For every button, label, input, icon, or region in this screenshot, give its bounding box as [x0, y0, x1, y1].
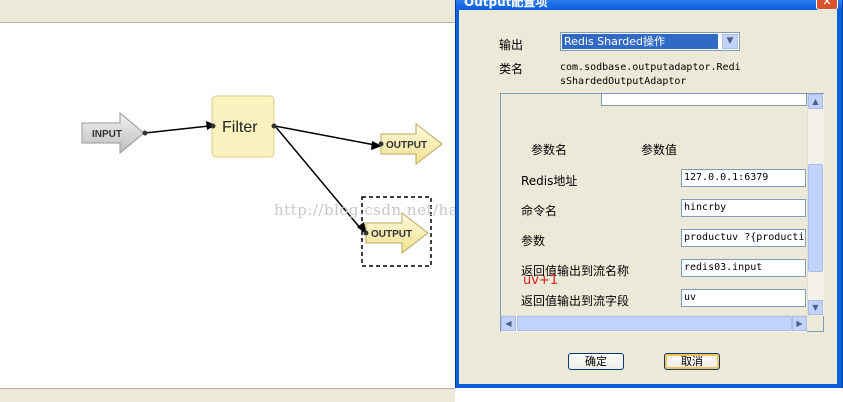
- edge-input-filter[interactable]: [144, 125, 210, 134]
- output-node-1-label: OUTPUT: [386, 140, 427, 151]
- class-value-line1: com.sodbase.outputadaptor.Redi: [560, 62, 741, 73]
- edge-filter-output1[interactable]: [274, 125, 376, 146]
- output-node-2-label: OUTPUT: [371, 229, 412, 240]
- horizontal-scroll-thumb[interactable]: [517, 316, 792, 331]
- param-header-value: 参数值: [641, 143, 678, 157]
- output-select[interactable]: Redis Sharded操作 ▼: [560, 32, 740, 51]
- param-value-input[interactable]: uv: [681, 289, 806, 307]
- param-name: 命令名: [521, 204, 558, 218]
- params-panel-top-field: [601, 94, 807, 106]
- output-label: 输出: [499, 38, 524, 52]
- uv-annotation: uv+1: [523, 273, 559, 288]
- ok-button[interactable]: 确定: [568, 353, 624, 370]
- port-dot[interactable]: [142, 130, 148, 136]
- param-value-input[interactable]: 127.0.0.1:6379: [681, 169, 806, 187]
- arrow-left-icon[interactable]: ◀: [501, 316, 516, 331]
- filter-node-label: Filter: [222, 119, 258, 136]
- param-value-input[interactable]: hincrby: [681, 199, 806, 217]
- filter-node[interactable]: Filter: [211, 95, 275, 158]
- cancel-button[interactable]: 取消: [664, 353, 720, 370]
- input-node-label: INPUT: [92, 129, 122, 140]
- param-value-input[interactable]: productuv ?{producti: [681, 229, 806, 247]
- arrow-right-icon[interactable]: ▶: [792, 316, 807, 331]
- input-node[interactable]: INPUT: [81, 111, 145, 155]
- output-node-2[interactable]: OUTPUT: [365, 211, 429, 255]
- close-icon[interactable]: ✕: [816, 0, 838, 10]
- horizontal-scrollbar[interactable]: ◀ ▶: [501, 315, 807, 332]
- param-name: 返回值输出到流字段: [521, 294, 630, 308]
- output-node-1[interactable]: OUTPUT: [380, 122, 443, 166]
- dialog-title: Output配置项: [464, 0, 548, 9]
- class-label: 类名: [499, 62, 524, 76]
- dialog-titlebar[interactable]: Output配置项 ✕: [456, 0, 842, 10]
- arrow-down-icon[interactable]: ▼: [808, 300, 823, 315]
- param-name: Redis地址: [521, 174, 578, 188]
- param-name: 参数: [521, 234, 546, 248]
- param-header-name: 参数名: [531, 143, 568, 157]
- port-dot[interactable]: [210, 123, 216, 129]
- port-dot[interactable]: [378, 141, 384, 147]
- param-value-input[interactable]: redis03.input: [681, 259, 806, 277]
- class-value-line2: sShardedOutputAdaptor: [560, 76, 687, 87]
- output-config-dialog[interactable]: Output配置项 ✕ 输出 Redis Sharded操作 ▼ 类名 com.…: [455, 0, 843, 388]
- dialog-client: 输出 Redis Sharded操作 ▼ 类名 com.sodbase.outp…: [459, 10, 837, 384]
- port-dot[interactable]: [363, 230, 369, 236]
- params-panel[interactable]: 参数名 参数值 Redis地址 127.0.0.1:6379 命令名 hincr…: [500, 93, 824, 332]
- arrow-up-icon[interactable]: ▲: [808, 94, 823, 109]
- vertical-scrollbar[interactable]: ▲ ▼: [807, 94, 824, 316]
- vertical-scroll-thumb[interactable]: [808, 164, 823, 272]
- scroll-corner: [807, 315, 823, 331]
- port-dot[interactable]: [271, 123, 277, 129]
- output-select-value: Redis Sharded操作: [562, 34, 718, 49]
- chevron-down-icon[interactable]: ▼: [722, 34, 738, 49]
